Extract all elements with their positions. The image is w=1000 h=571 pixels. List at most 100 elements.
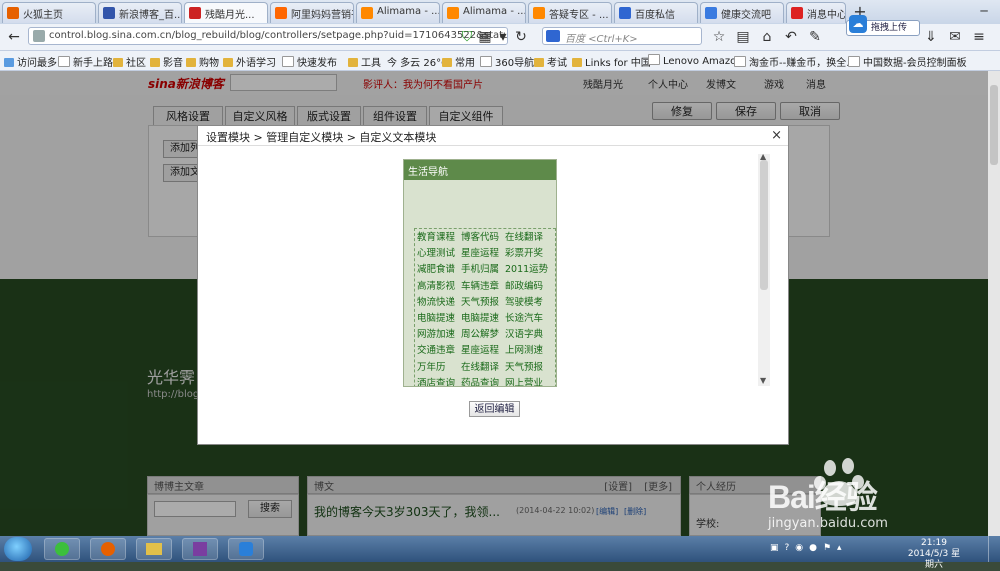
bookmark-item[interactable]: 360导航 <box>480 54 534 69</box>
tab-7[interactable]: 答疑专区 - ... <box>528 2 612 23</box>
bookmark-item[interactable]: 新手上路 <box>58 54 113 69</box>
bookmark-item[interactable]: 考试 <box>534 54 567 69</box>
bookmark-item[interactable]: 访问最多 <box>4 54 57 69</box>
nav-link[interactable]: 2011运势 <box>505 263 549 276</box>
nav-link[interactable]: 彩票开奖 <box>505 247 549 260</box>
folder-icon <box>186 58 196 67</box>
shield-icon[interactable]: ⛉ <box>458 28 476 46</box>
nav-link[interactable]: 酒店查询 <box>417 377 461 386</box>
show-desktop-button[interactable] <box>988 536 1000 562</box>
tab-3-active[interactable]: 残酷月光... <box>184 2 268 23</box>
firefox-icon <box>7 7 19 19</box>
nav-link[interactable]: 长途汽车 <box>505 312 549 325</box>
scroll-down-icon[interactable]: ▼ <box>760 376 766 385</box>
start-button[interactable] <box>4 537 32 561</box>
custom-text-module-dialog: 设置模块 > 管理自定义模块 > 自定义文本模块 × 生活导航 教育课程 博客代码… <box>197 125 789 445</box>
nav-link[interactable]: 高清影视 <box>417 280 461 293</box>
scrollbar-thumb[interactable] <box>990 85 998 165</box>
tab-4[interactable]: 阿里妈妈营销平台 <box>270 2 354 23</box>
tab-8[interactable]: 百度私信 <box>614 2 698 23</box>
page-icon <box>282 56 294 67</box>
search-input[interactable]: 百度 <Ctrl+K> <box>542 27 702 45</box>
dialog-breadcrumb: 设置模块 > 管理自定义模块 > 自定义文本模块 <box>206 131 437 144</box>
message-icon[interactable]: ✉ <box>946 28 964 46</box>
page-icon <box>480 56 492 67</box>
bookmark-item[interactable]: 外语学习 <box>223 54 276 69</box>
nav-link[interactable]: 电脑提速 <box>461 312 505 325</box>
tab-1[interactable]: 火狐主页 <box>2 2 96 23</box>
bookmark-item[interactable]: 影音 <box>150 54 183 69</box>
bookmark-item[interactable]: 今 多云 26°C <box>387 54 448 69</box>
sina-icon <box>189 7 201 19</box>
nav-link[interactable]: 天气预报 <box>461 296 505 309</box>
tab-10[interactable]: 消息中心 - ... <box>786 2 846 23</box>
reload-icon[interactable]: ↻ <box>512 28 530 46</box>
nav-link[interactable]: 交通违章 <box>417 344 461 357</box>
nav-link[interactable]: 星座运程 <box>461 247 505 260</box>
app-explorer-icon[interactable] <box>136 538 172 560</box>
tab-5[interactable]: Alimama - ... <box>356 2 440 23</box>
nav-link[interactable]: 星座运程 <box>461 344 505 357</box>
baidu-icon <box>619 7 631 19</box>
bookmark-item[interactable]: 常用 <box>442 54 475 69</box>
app-winrar-icon[interactable] <box>182 538 218 560</box>
download-icon[interactable]: ⇓ <box>922 28 940 46</box>
nav-link[interactable]: 周公解梦 <box>461 328 505 341</box>
nav-link[interactable]: 在线翻译 <box>461 361 505 374</box>
dialog-scrollbar-thumb[interactable] <box>760 160 768 290</box>
nav-link[interactable]: 物流快递 <box>417 296 461 309</box>
nav-link[interactable]: 汉语字典 <box>505 328 549 341</box>
minimize-button[interactable]: ─ <box>972 4 996 20</box>
bookmark-item[interactable]: 中国数据-会员控制面板 <box>848 54 967 69</box>
nav-link[interactable]: 网上营业 <box>505 377 549 386</box>
nav-link[interactable]: 网游加速 <box>417 328 461 341</box>
undo-icon[interactable]: ↶ <box>782 28 800 46</box>
bookmark-item[interactable]: 社区 <box>113 54 146 69</box>
nav-link[interactable]: 药品查询 <box>461 377 505 386</box>
nav-link[interactable]: 天气预报 <box>505 361 549 374</box>
app-cloud-icon[interactable] <box>228 538 264 560</box>
dropdown-icon[interactable]: ▾ <box>494 28 512 46</box>
nav-link[interactable]: 上网测速 <box>505 344 549 357</box>
bookmark-item[interactable]: 购物 <box>186 54 219 69</box>
star-icon[interactable]: ☆ <box>710 28 728 46</box>
qr-icon[interactable]: ▦ <box>476 28 494 46</box>
dialog-scrollbar[interactable]: ▲ ▼ <box>758 152 770 386</box>
bookmark-item[interactable]: 淘金币--赚金币，换全... <box>734 54 856 69</box>
bookmark-item[interactable]: 工具 <box>348 54 381 69</box>
nav-link[interactable]: 邮政编码 <box>505 280 549 293</box>
bookmark-item[interactable]: Links for 中国 <box>572 54 651 69</box>
nav-link[interactable]: 车辆违章 <box>461 280 505 293</box>
browser-tab-strip: 火狐主页 新浪博客_百... 残酷月光... 阿里妈妈营销平台 Alimama … <box>0 0 1000 36</box>
back-to-edit-button[interactable]: 返回编辑 <box>469 401 520 417</box>
home-icon[interactable]: ⌂ <box>758 28 776 46</box>
nav-link[interactable]: 电脑提速 <box>417 312 461 325</box>
clipboard-icon[interactable]: ▤ <box>734 28 752 46</box>
back-arrow-icon[interactable]: ← <box>5 28 23 46</box>
address-bar[interactable]: control.blog.sina.com.cn/blog_rebuild/bl… <box>28 27 508 45</box>
nav-link[interactable]: 博客代码 <box>461 231 505 244</box>
tools-icon[interactable]: ✎ <box>806 28 824 46</box>
taskbar-clock[interactable]: 21:19 2014/5/3 星期六 <box>906 538 962 571</box>
nav-link[interactable]: 万年历 <box>417 361 461 374</box>
app-firefox-icon[interactable] <box>90 538 126 560</box>
nav-link[interactable]: 在线翻译 <box>505 231 549 244</box>
upload-tooltip[interactable]: ☁ 拖拽上传 <box>846 15 920 36</box>
page-icon <box>648 54 660 65</box>
tab-9[interactable]: 健康交流吧 <box>700 2 784 23</box>
tab-2[interactable]: 新浪博客_百... <box>98 2 182 23</box>
menu-icon[interactable]: ≡ <box>970 28 988 46</box>
watermark-brand: Bai经验 <box>768 479 878 515</box>
nav-link[interactable]: 驾驶模考 <box>505 296 549 309</box>
nav-link[interactable]: 教育课程 <box>417 231 461 244</box>
folder-icon <box>534 58 544 67</box>
app-360-icon[interactable] <box>44 538 80 560</box>
nav-link[interactable]: 减肥食谱 <box>417 263 461 276</box>
nav-link[interactable]: 心理测试 <box>417 247 461 260</box>
bookmark-item[interactable]: Lenovo Amazon <box>648 54 743 67</box>
bookmark-item[interactable]: 快速发布 <box>282 54 337 69</box>
close-icon[interactable]: × <box>771 128 782 143</box>
system-tray[interactable]: ▣?◉●⚑▴ <box>770 543 890 555</box>
nav-link[interactable]: 手机归属 <box>461 263 505 276</box>
tab-6[interactable]: Alimama - ... <box>442 2 526 23</box>
